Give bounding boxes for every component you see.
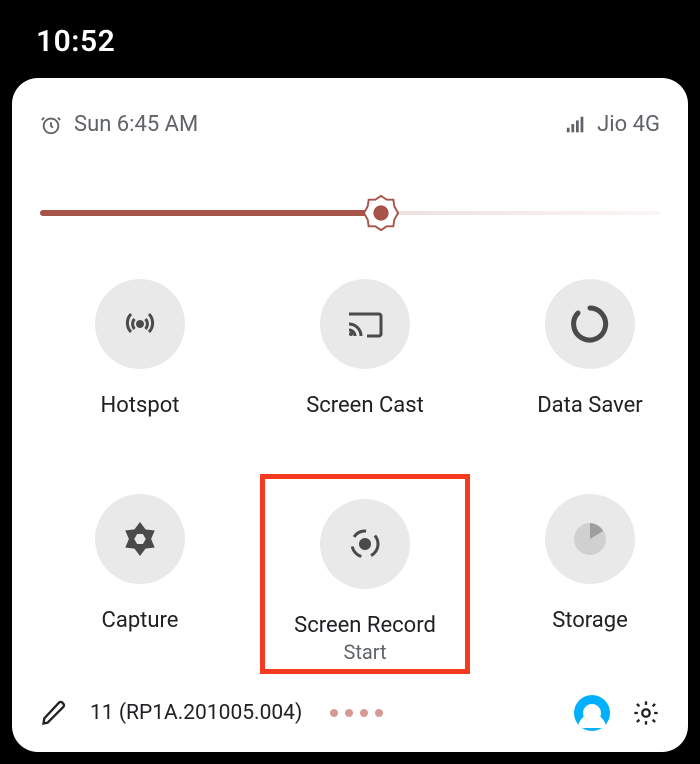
alarm-icon: [40, 114, 62, 136]
status-row: Sun 6:45 AM Jio 4G: [40, 112, 660, 137]
hotspot-icon: [118, 302, 162, 346]
tile-sublabel: Start: [343, 640, 386, 664]
tile-label: Data Saver: [537, 393, 643, 418]
screen-record-button[interactable]: [320, 499, 410, 589]
version-label: 11 (RP1A.201005.004): [90, 701, 302, 725]
capture-button[interactable]: [95, 494, 185, 584]
dot: [330, 709, 338, 717]
avatar-icon: [583, 704, 601, 722]
screen-cast-button[interactable]: [320, 279, 410, 369]
tile-hotspot: Hotspot: [40, 279, 240, 418]
alarm-time: Sun 6:45 AM: [74, 112, 198, 137]
tile-data-saver: Data Saver: [490, 279, 690, 418]
dot: [345, 709, 353, 717]
tile-capture: Capture: [40, 494, 240, 674]
device-clock: 10:52: [36, 24, 115, 59]
tile-label: Screen Record: [294, 613, 436, 638]
tile-label: Storage: [552, 608, 628, 633]
brightness-fill: [40, 210, 381, 216]
brightness-thumb-icon[interactable]: [362, 194, 400, 232]
user-avatar[interactable]: [574, 695, 610, 731]
dot: [375, 709, 383, 717]
cast-icon: [343, 302, 387, 346]
storage-icon: [568, 517, 612, 561]
quick-settings-panel: Sun 6:45 AM Jio 4G Hotspot: [12, 78, 688, 752]
brightness-slider[interactable]: [40, 191, 660, 235]
aperture-icon: [118, 517, 162, 561]
carrier-label: Jio 4G: [597, 112, 660, 137]
page-dots[interactable]: [330, 709, 383, 717]
hotspot-button[interactable]: [95, 279, 185, 369]
tile-label: Capture: [102, 608, 179, 633]
tile-label: Screen Cast: [306, 393, 424, 418]
data-saver-icon: [568, 302, 612, 346]
edit-icon[interactable]: [40, 699, 68, 727]
data-saver-button[interactable]: [545, 279, 635, 369]
tile-label: Hotspot: [101, 393, 180, 418]
signal-icon: [565, 114, 587, 136]
footer-bar: 11 (RP1A.201005.004): [40, 674, 660, 752]
dot: [360, 709, 368, 717]
gear-icon[interactable]: [632, 699, 660, 727]
tile-screen-cast: Screen Cast: [265, 279, 465, 418]
record-icon: [343, 522, 387, 566]
storage-button[interactable]: [545, 494, 635, 584]
tile-screen-record: Screen Record Start: [260, 474, 470, 674]
tile-grid: Hotspot Screen Cast Data Saver: [40, 279, 660, 674]
tile-storage: Storage: [490, 494, 690, 674]
